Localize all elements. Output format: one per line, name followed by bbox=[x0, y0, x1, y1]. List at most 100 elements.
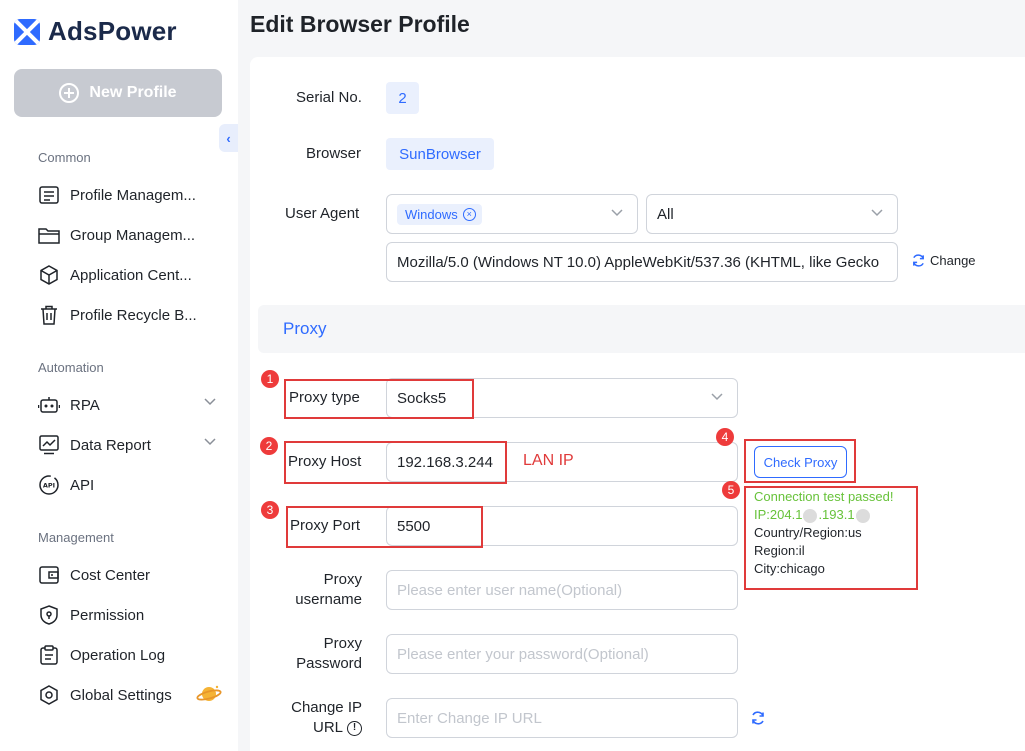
proxy-username-label-line1: Proxy bbox=[323, 571, 362, 588]
chevron-down-icon bbox=[204, 438, 216, 446]
proxy-username-input[interactable]: Please enter user name(Optional) bbox=[386, 570, 738, 610]
proxy-password-placeholder: Please enter your password(Optional) bbox=[397, 645, 649, 663]
sidebar-item-label: API bbox=[70, 476, 95, 494]
adspower-logo-icon bbox=[14, 18, 40, 45]
clipboard-icon bbox=[38, 644, 60, 666]
wallet-icon bbox=[38, 564, 60, 586]
user-agent-label: User Agent bbox=[285, 205, 360, 222]
sidebar-item-api[interactable]: API API bbox=[38, 471, 218, 499]
sidebar-item-rpa[interactable]: RPA bbox=[38, 391, 218, 419]
section-common: Common bbox=[38, 150, 91, 165]
annotation-badge-4: 4 bbox=[716, 428, 734, 446]
proxy-password-input[interactable]: Please enter your password(Optional) bbox=[386, 634, 738, 674]
sidebar-item-group-management[interactable]: Group Managem... bbox=[38, 221, 218, 249]
sidebar-item-data-report[interactable]: Data Report bbox=[38, 431, 218, 459]
browser-value: SunBrowser bbox=[386, 138, 494, 170]
os-select[interactable]: Windows × bbox=[386, 194, 638, 234]
proxy-username-placeholder: Please enter user name(Optional) bbox=[397, 581, 623, 599]
chevron-down-icon bbox=[871, 209, 883, 217]
collapse-sidebar-button[interactable]: ‹ bbox=[219, 124, 238, 152]
annotation-box-result bbox=[744, 486, 918, 590]
chart-icon bbox=[38, 434, 60, 456]
sidebar-item-label: Cost Center bbox=[70, 566, 151, 584]
annotation-badge-5: 5 bbox=[722, 481, 740, 499]
annotation-badge-2: 2 bbox=[260, 437, 278, 455]
proxy-username-label-line2: username bbox=[295, 591, 362, 608]
sidebar-item-label: Profile Recycle B... bbox=[70, 306, 197, 324]
robot-icon bbox=[38, 394, 60, 416]
sidebar-item-application-center[interactable]: Application Cent... bbox=[38, 261, 218, 289]
page-title: Edit Browser Profile bbox=[250, 11, 470, 37]
shield-lock-icon bbox=[38, 604, 60, 626]
svg-text:API: API bbox=[43, 482, 55, 490]
refresh-icon bbox=[913, 254, 924, 267]
user-agent-value: Mozilla/5.0 (Windows NT 10.0) AppleWebKi… bbox=[397, 253, 880, 271]
new-profile-button[interactable]: New Profile bbox=[14, 69, 222, 117]
change-ip-url-label-line1: Change IP bbox=[291, 699, 362, 716]
cube-icon bbox=[38, 264, 60, 286]
change-ip-url-label-line2-wrap: URL ! bbox=[270, 718, 362, 738]
sidebar: AdsPower New Profile ‹ Common Profile Ma… bbox=[0, 0, 238, 751]
proxy-section-header: Proxy bbox=[258, 305, 1025, 353]
change-ip-url-placeholder: Enter Change IP URL bbox=[397, 709, 542, 727]
annotation-box-check-proxy bbox=[744, 439, 856, 483]
change-ua-button[interactable]: Change bbox=[911, 253, 976, 268]
sidebar-item-label: Application Cent... bbox=[70, 266, 192, 284]
annotation-badge-3: 3 bbox=[261, 501, 279, 519]
planet-promo-icon[interactable] bbox=[196, 683, 222, 705]
section-management: Management bbox=[38, 530, 114, 545]
change-ip-url-label: Change IP URL ! bbox=[270, 698, 362, 738]
sidebar-item-global-settings[interactable]: Global Settings bbox=[38, 681, 218, 709]
change-ip-url-label-line2: URL bbox=[312, 719, 343, 736]
remove-tag-icon[interactable]: × bbox=[462, 207, 476, 221]
version-select-value: All bbox=[657, 205, 674, 223]
chevron-down-icon bbox=[204, 398, 216, 406]
sidebar-item-permission[interactable]: Permission bbox=[38, 601, 218, 629]
new-profile-label: New Profile bbox=[89, 84, 177, 101]
sidebar-item-label: Permission bbox=[70, 606, 145, 624]
sidebar-item-profile-recycle-bin[interactable]: Profile Recycle B... bbox=[38, 301, 218, 329]
serial-no-value: 2 bbox=[386, 82, 419, 114]
chevron-down-icon bbox=[611, 209, 623, 217]
sidebar-item-label: Data Report bbox=[70, 436, 151, 454]
browser-label: Browser bbox=[306, 145, 362, 162]
chevron-down-icon bbox=[711, 393, 723, 401]
app-logo[interactable]: AdsPower bbox=[14, 16, 177, 47]
proxy-password-label: Proxy Password bbox=[270, 634, 362, 674]
change-ua-label: Change bbox=[930, 253, 976, 268]
sidebar-item-operation-log[interactable]: Operation Log bbox=[38, 641, 218, 669]
sidebar-item-label: Operation Log bbox=[70, 646, 166, 664]
profile-list-icon bbox=[38, 184, 60, 206]
sidebar-item-label: Profile Managem... bbox=[70, 186, 196, 204]
os-tag: Windows × bbox=[397, 203, 482, 225]
version-select[interactable]: All bbox=[646, 194, 898, 234]
plus-circle-icon bbox=[59, 83, 80, 103]
proxy-password-label-line2: Password bbox=[296, 655, 362, 672]
serial-no-label: Serial No. bbox=[296, 89, 362, 106]
sidebar-item-label: Global Settings bbox=[70, 686, 172, 704]
info-icon[interactable]: ! bbox=[347, 720, 362, 736]
os-tag-label: Windows bbox=[405, 206, 458, 222]
annotation-box-proxy-port bbox=[286, 506, 483, 548]
chevron-left-icon: ‹ bbox=[226, 130, 231, 146]
annotation-badge-1: 1 bbox=[261, 370, 279, 388]
sidebar-item-profile-management[interactable]: Profile Managem... bbox=[38, 181, 218, 209]
api-icon: API bbox=[38, 474, 60, 496]
user-agent-input[interactable]: Mozilla/5.0 (Windows NT 10.0) AppleWebKi… bbox=[386, 242, 898, 282]
change-ip-url-input[interactable]: Enter Change IP URL bbox=[386, 698, 738, 738]
proxy-password-label-line1: Proxy bbox=[323, 635, 362, 652]
annotation-box-proxy-host bbox=[284, 441, 507, 484]
settings-hexagon-icon bbox=[38, 684, 60, 706]
section-automation: Automation bbox=[38, 360, 104, 375]
refresh-icon[interactable] bbox=[750, 710, 766, 726]
annotation-box-proxy-type bbox=[284, 379, 474, 419]
sidebar-item-label: Group Managem... bbox=[70, 226, 196, 244]
proxy-section-title: Proxy bbox=[283, 319, 327, 338]
sidebar-item-label: RPA bbox=[70, 396, 100, 414]
app-name: AdsPower bbox=[48, 16, 177, 46]
folder-icon bbox=[38, 224, 60, 246]
trash-icon bbox=[38, 304, 60, 326]
proxy-username-label: Proxy username bbox=[270, 570, 362, 610]
sidebar-item-cost-center[interactable]: Cost Center bbox=[38, 561, 218, 589]
lan-ip-annotation: LAN IP bbox=[523, 452, 574, 469]
